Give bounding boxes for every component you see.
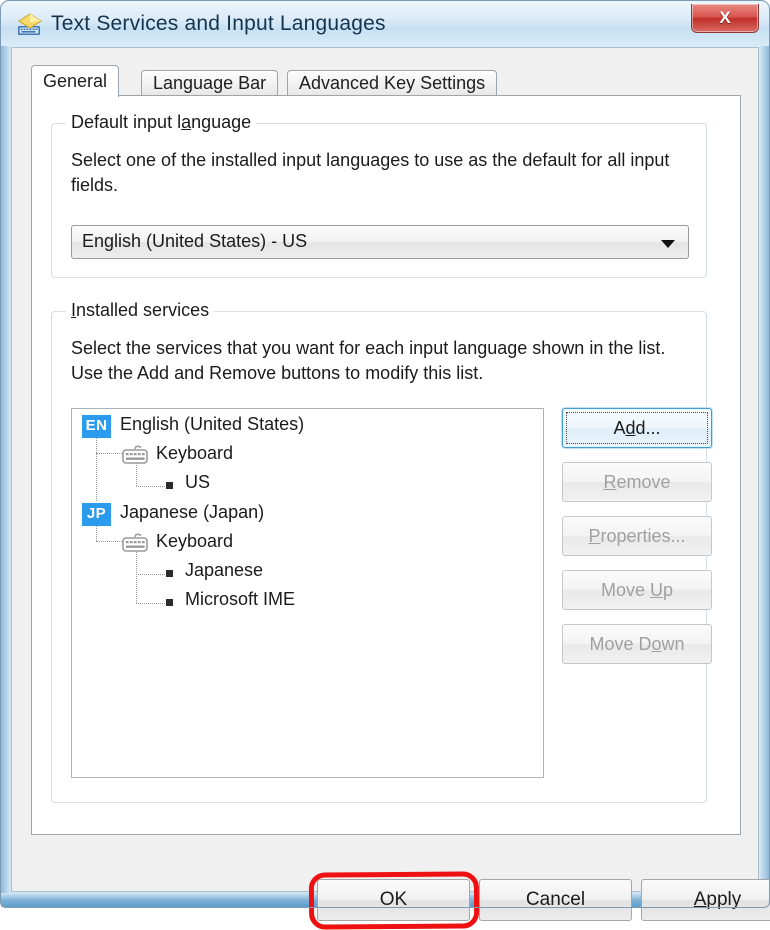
tree-connector: [136, 486, 165, 488]
cancel-button-label: Cancel: [525, 889, 586, 910]
dialog-client-area: General Language Bar Advanced Key Settin…: [11, 47, 770, 930]
tree-item-label: Japanese: [185, 560, 264, 580]
default-input-language-description: Select one of the installed input langua…: [71, 150, 670, 195]
keyboard-icon: [122, 533, 148, 552]
group-default-input-language: Default input language Select one of the…: [51, 112, 707, 278]
bullet-icon: [166, 599, 173, 606]
properties-button[interactable]: Properties...: [562, 516, 712, 556]
installed-services-list[interactable]: EN English (United States) Keyboard US J…: [71, 408, 544, 778]
default-input-language-combobox[interactable]: English (United States) - US: [71, 225, 689, 259]
ok-button[interactable]: OK: [317, 879, 470, 921]
group-installed-services: Installed services Select the services t…: [51, 300, 712, 803]
frame-edge-right: [759, 46, 769, 907]
tab-advanced-key-settings[interactable]: Advanced Key Settings: [287, 70, 498, 96]
default-input-language-value: English (United States) - US: [82, 231, 308, 251]
tree-connector: [136, 574, 165, 576]
tree-connector: [96, 541, 122, 543]
group-installed-services-title: Installed services: [66, 300, 215, 321]
move-up-button[interactable]: Move Up: [562, 570, 712, 610]
tab-language-bar[interactable]: Language Bar: [141, 70, 279, 96]
language-badge-en: EN: [82, 415, 111, 438]
ok-button-label: OK: [379, 889, 408, 910]
tree-item-label: Japanese (Japan): [120, 502, 265, 522]
window-title: Text Services and Input Languages: [51, 12, 386, 35]
cancel-button[interactable]: Cancel: [479, 879, 632, 921]
tree-item-label: English (United States): [120, 414, 305, 434]
tree-item-label: Keyboard: [156, 531, 234, 551]
bullet-icon: [166, 482, 173, 489]
dialog-window: Text Services and Input Languages X Gene…: [0, 0, 770, 930]
tree-connector: [136, 603, 165, 605]
title-bar[interactable]: Text Services and Input Languages X: [1, 1, 769, 47]
tree-item-label: Keyboard: [156, 443, 234, 463]
tree-item-label: US: [185, 472, 211, 492]
bullet-icon: [166, 570, 173, 577]
installed-services-description: Select the services that you want for ea…: [71, 338, 666, 383]
tree-connector: [96, 525, 98, 541]
language-badge-jp: JP: [82, 503, 111, 526]
tree-item-label: Microsoft IME: [185, 589, 296, 609]
tree-connector: [96, 437, 98, 501]
tree-connector: [96, 453, 122, 455]
apply-button[interactable]: Apply: [641, 879, 770, 921]
tab-panel-general: Default input language Select one of the…: [31, 95, 741, 835]
add-button[interactable]: Add...: [562, 408, 712, 448]
chevron-down-icon: [661, 240, 675, 248]
tab-strip: General Language Bar Advanced Key Settin…: [31, 65, 741, 97]
text-services-icon: [18, 13, 42, 35]
focus-indicator: [566, 412, 708, 444]
frame-edge-left: [1, 46, 11, 907]
close-button[interactable]: X: [691, 4, 759, 33]
tab-general[interactable]: General: [31, 65, 120, 97]
move-down-button[interactable]: Move Down: [562, 624, 712, 664]
keyboard-icon: [122, 445, 148, 464]
remove-button[interactable]: Remove: [562, 462, 712, 502]
group-default-input-language-title: Default input language: [66, 112, 257, 133]
